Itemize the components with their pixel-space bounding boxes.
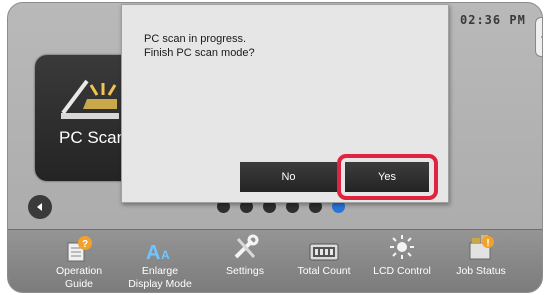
svg-text:?: ? (82, 239, 88, 250)
settings-icon (234, 234, 259, 259)
chevron-left-icon (37, 203, 42, 211)
clock: 02:36 PM (460, 13, 526, 27)
pc-scan-label: PC Scan (59, 128, 127, 147)
toolbar-total-count[interactable]: Total Count (283, 233, 365, 278)
toolbar-label: LCD Control (373, 265, 431, 277)
toolbar-label: Job Status (456, 265, 506, 277)
toolbar-job-status[interactable]: ! Job Status (440, 233, 522, 278)
svg-text:!: ! (486, 238, 489, 249)
scroll-left-button[interactable] (28, 195, 52, 219)
no-button[interactable]: No (240, 162, 337, 192)
chevron-left-icon (540, 35, 542, 39)
toolbar-label: Total Count (297, 265, 351, 277)
toolbar-lcd-control[interactable]: LCD Control (361, 233, 443, 278)
operation-guide-icon: ? (67, 236, 92, 262)
toolbar-label: Guide (64, 278, 94, 290)
enlarge-display-icon: A A (146, 242, 170, 263)
side-panel-tab[interactable] (535, 17, 542, 57)
job-status-icon: ! (469, 235, 494, 260)
bottom-toolbar: ? Operation Guide A A Enlarge Display Mo… (8, 229, 542, 292)
svg-text:A: A (161, 248, 170, 262)
toolbar-enlarge-display[interactable]: A A Enlarge Display Mode (119, 233, 201, 291)
total-count-icon (309, 243, 339, 261)
touch-panel: PC Scan 02:36 PM PC scan in progress. Fi… (7, 2, 543, 293)
yes-button[interactable]: Yes (345, 162, 429, 192)
toolbar-label: Display Mode (128, 278, 192, 290)
toolbar-label: Settings (226, 265, 264, 277)
scanner-icon (61, 79, 119, 119)
confirm-dialog: PC scan in progress. Finish PC scan mode… (121, 4, 449, 203)
toolbar-operation-guide[interactable]: ? Operation Guide (38, 233, 120, 291)
toolbar-label: Operation (55, 265, 103, 277)
dialog-message-line2: Finish PC scan mode? (144, 47, 255, 59)
dialog-message-line1: PC scan in progress. (144, 33, 247, 45)
svg-text:A: A (146, 242, 160, 263)
lcd-control-icon (390, 235, 414, 259)
dialog-message: PC scan in progress. Finish PC scan mode… (144, 32, 255, 60)
toolbar-label: Enlarge (141, 265, 179, 277)
toolbar-settings[interactable]: Settings (204, 233, 286, 278)
